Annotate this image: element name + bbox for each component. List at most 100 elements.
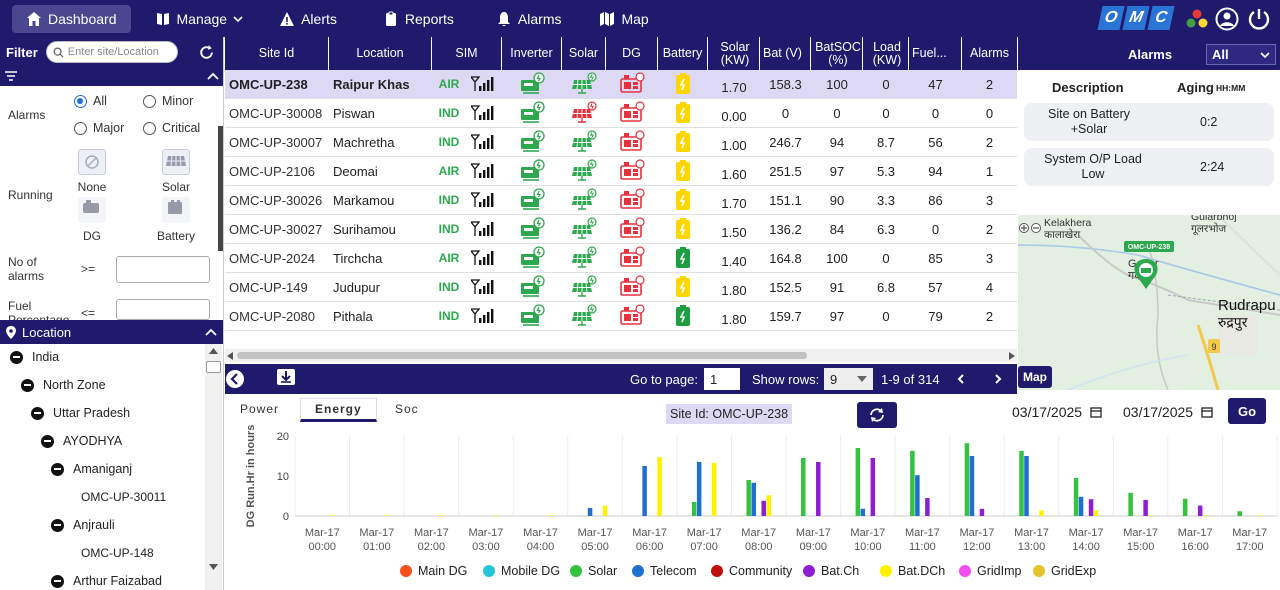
alarm-item[interactable]: System O/P Load Low 2:24 [1024, 148, 1274, 186]
date-to-input[interactable]: 03/17/2025 [1123, 404, 1213, 420]
legend-item[interactable]: GridImp [959, 564, 1021, 578]
go-button[interactable]: Go [1228, 398, 1266, 424]
table-row[interactable]: OMC-UP-238 Raipur Khas AIR 1.70 158.3 100 0 47 2 [225, 70, 1017, 99]
tree-node[interactable]: Arthur Faizabad [51, 574, 162, 588]
power-icon[interactable] [1247, 7, 1271, 31]
prev-page-icon[interactable] [957, 374, 965, 384]
bar-telecom [751, 482, 756, 516]
running-solar-button[interactable] [162, 149, 190, 175]
bar-solar [691, 502, 697, 516]
map-button[interactable]: Map [1018, 366, 1052, 388]
tab-energy[interactable]: Energy [300, 398, 377, 422]
search-input[interactable]: Enter site/Location [68, 46, 159, 58]
user-icon[interactable] [1215, 7, 1239, 31]
alarms-filter-select[interactable]: All [1206, 44, 1276, 65]
col-site-id[interactable]: Site Id [225, 37, 329, 70]
scroll-thumb[interactable] [237, 352, 807, 359]
col-solar-kw[interactable]: Solar (KW) [708, 37, 760, 70]
tree-node[interactable]: AYODHYA [41, 434, 122, 448]
scroll-up-icon[interactable] [209, 348, 218, 354]
legend-item[interactable]: Bat.DCh [880, 564, 945, 578]
alarm-radio-major[interactable]: Major [74, 121, 124, 135]
tree-node[interactable]: Anjrauli [51, 518, 115, 532]
refresh-icon[interactable] [198, 44, 215, 61]
tree-node-label: Uttar Pradesh [53, 406, 131, 420]
collapse-left-icon[interactable] [225, 369, 245, 389]
col-solar[interactable]: Solar [562, 37, 606, 70]
chevron-up-icon[interactable] [205, 327, 217, 337]
cell-sim: AIR [432, 157, 502, 185]
col-inverter[interactable]: Inverter [502, 37, 562, 70]
col-location[interactable]: Location [329, 37, 432, 70]
site-map[interactable]: Kelakhera कालाखेरा Gularbhoj गूलरभोज Gad… [1018, 215, 1280, 390]
legend-item[interactable]: GridExp [1033, 564, 1096, 578]
alarm-radio-all[interactable]: All [74, 94, 107, 108]
nav-dashboard[interactable]: Dashboard [12, 4, 131, 33]
table-row[interactable]: OMC-UP-30027 Surihamou IND 1.50 136.2 84 6.3 0 2 [225, 215, 1017, 244]
running-none-button[interactable] [78, 149, 106, 175]
col-fuel[interactable]: Fuel... [909, 37, 962, 70]
table-row[interactable]: OMC-UP-30008 Piswan IND 0.00 0 0 0 0 0 [225, 99, 1017, 128]
no-of-alarms-input[interactable] [116, 256, 210, 283]
location-scrollbar[interactable] [205, 344, 222, 590]
legend-item[interactable]: Community [711, 564, 792, 578]
tree-node[interactable]: India [10, 350, 59, 364]
alarm-radio-critical[interactable]: Critical [143, 121, 200, 135]
filter-lines-icon[interactable] [5, 71, 17, 81]
cell-inverter [502, 157, 562, 185]
tab-power[interactable]: Power [240, 402, 279, 416]
table-row[interactable]: OMC-UP-2080 Pithala IND 1.80 159.7 97 0 79 2 [225, 302, 1017, 331]
table-row[interactable]: OMC-UP-2106 Deomai AIR 1.60 251.5 97 5.3 94 1 [225, 157, 1017, 186]
table-row[interactable]: OMC-UP-30007 Machretha IND 1.00 246.7 94 8.7 56… [225, 128, 1017, 157]
fuel-percentage-input[interactable] [116, 299, 210, 320]
alarm-item[interactable]: Site on Battery +Solar 0:2 [1024, 103, 1274, 141]
legend-item[interactable]: Mobile DG [483, 564, 560, 578]
col-sim[interactable]: SIM [432, 37, 502, 70]
nav-alarms-label: Alarms [517, 10, 562, 27]
table-row[interactable]: OMC-UP-149 Judupur IND 1.80 152.5 91 6.8 57 4 [225, 273, 1017, 302]
tree-node[interactable]: Uttar Pradesh [31, 406, 130, 420]
col-load[interactable]: Load (KW) [863, 37, 909, 70]
running-battery-button[interactable] [162, 197, 190, 223]
nav-alerts[interactable]: Alerts [267, 0, 349, 37]
alarm-radio-minor[interactable]: Minor [143, 94, 193, 108]
calendar-icon[interactable] [1090, 406, 1102, 418]
col-bat-soc[interactable]: BatSOC (%) [811, 37, 863, 70]
running-dg-button[interactable] [78, 197, 106, 223]
calendar-icon[interactable] [1201, 406, 1213, 418]
legend-item[interactable]: Telecom [632, 564, 697, 578]
legend-item[interactable]: Main DG [400, 564, 467, 578]
col-alarms[interactable]: Alarms [962, 37, 1017, 70]
tree-node[interactable]: Amaniganj [51, 462, 132, 476]
scroll-right-icon[interactable] [1009, 352, 1015, 360]
scroll-left-icon[interactable] [227, 352, 233, 360]
filter-scrollbar[interactable] [218, 126, 223, 251]
tree-leaf-site[interactable]: OMC-UP-148 [81, 546, 154, 560]
col-dg[interactable]: DG [606, 37, 658, 70]
download-icon[interactable] [276, 367, 296, 387]
legend-item[interactable]: Solar [570, 564, 617, 578]
alarm-radio-label: Minor [162, 94, 194, 108]
show-rows-select[interactable]: 9 [824, 368, 873, 390]
tree-node[interactable]: North Zone [21, 378, 106, 392]
next-page-icon[interactable] [994, 374, 1002, 384]
table-horizontal-scrollbar[interactable] [225, 349, 1017, 362]
nav-alarms[interactable]: Alarms [484, 0, 574, 37]
col-battery[interactable]: Battery [658, 37, 708, 70]
nav-reports[interactable]: Reports [371, 0, 466, 37]
date-from-input[interactable]: 03/17/2025 [1012, 404, 1102, 420]
goto-page-input[interactable]: 1 [704, 368, 740, 390]
table-row[interactable]: OMC-UP-2024 Tirchcha AIR 1.40 164.8 100 0 85 3 [225, 244, 1017, 273]
nav-manage[interactable]: Manage [143, 0, 256, 37]
tab-soc[interactable]: Soc [395, 402, 419, 416]
scroll-thumb[interactable] [206, 361, 221, 373]
col-bat-v[interactable]: Bat (V) [760, 37, 811, 70]
nav-map[interactable]: Map [587, 0, 660, 37]
chevron-up-icon[interactable] [207, 71, 219, 81]
legend-item[interactable]: Bat.Ch [803, 564, 859, 578]
site-search-box[interactable]: Enter site/Location [45, 41, 178, 63]
scroll-down-icon[interactable] [209, 564, 218, 570]
tree-leaf-site[interactable]: OMC-UP-30011 [81, 490, 166, 504]
table-row[interactable]: OMC-UP-30026 Markamou IND 1.70 151.1 90 3.3 86 3 [225, 186, 1017, 215]
cell-dg [606, 99, 658, 127]
